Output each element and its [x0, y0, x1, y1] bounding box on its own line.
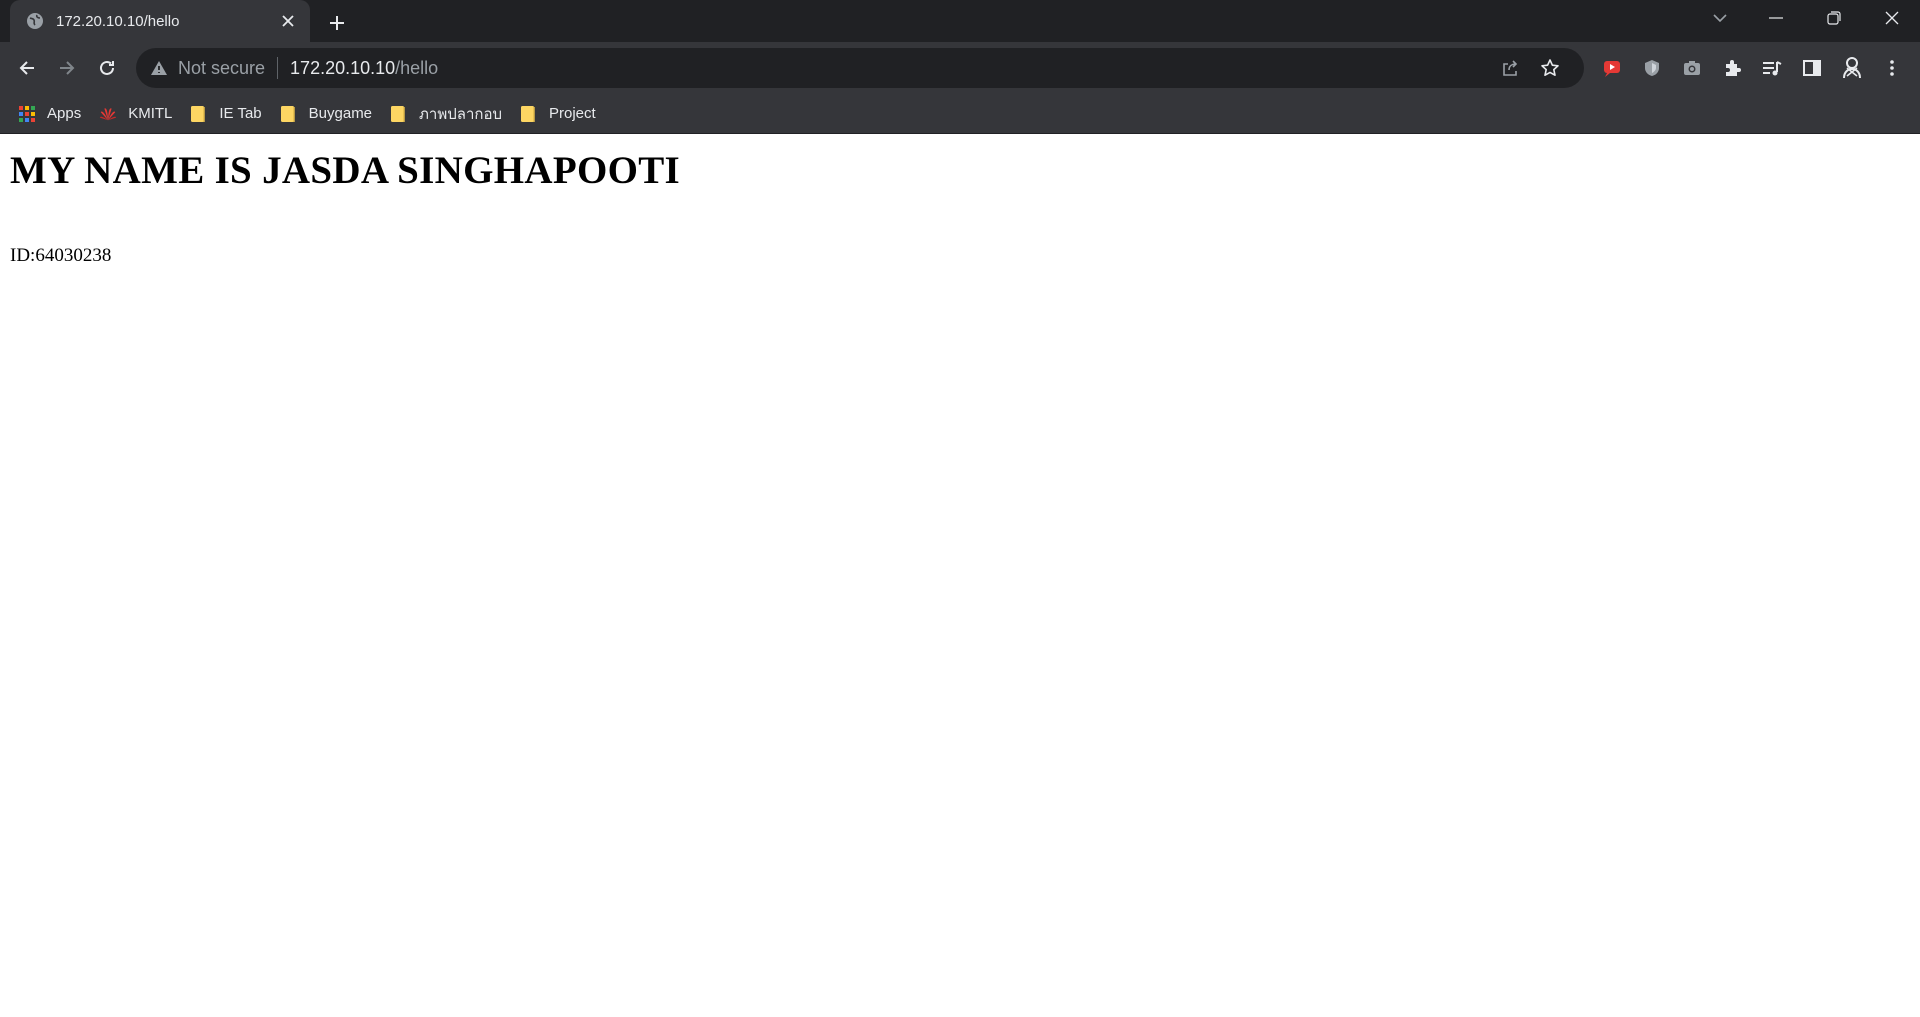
bookmark-star-icon[interactable]: [1530, 48, 1570, 88]
toolbar: Not secure 172.20.10.10/hello: [0, 42, 1920, 94]
bookmark-label: Apps: [47, 105, 82, 122]
apps-grid-icon: [18, 105, 36, 123]
new-tab-button[interactable]: [323, 9, 351, 37]
menu-kebab-icon[interactable]: [1876, 52, 1908, 84]
side-panel-icon[interactable]: [1796, 52, 1828, 84]
bookmark-folder-project[interactable]: Project: [518, 98, 606, 130]
page-heading: MY NAME IS JASDA SINGHAPOOTI: [10, 149, 681, 192]
youtube-extension-icon[interactable]: [1596, 52, 1628, 84]
back-button[interactable]: [11, 52, 43, 84]
divider: [277, 57, 279, 79]
share-icon[interactable]: [1490, 48, 1530, 88]
close-tab-icon[interactable]: [278, 11, 298, 31]
reload-button[interactable]: [91, 52, 123, 84]
page-content: MY NAME IS JASDA SINGHAPOOTI ID:64030238: [0, 148, 1920, 267]
tab-active[interactable]: 172.20.10.10/hello: [10, 0, 310, 42]
url-path: /hello: [395, 57, 439, 78]
address-bar[interactable]: Not secure 172.20.10.10/hello: [136, 48, 1584, 88]
globe-icon: [26, 12, 44, 30]
folder-icon: [280, 105, 298, 123]
bookmark-label: ภาพปลากอบ: [419, 105, 502, 123]
folder-icon: [190, 105, 208, 123]
tab-search-icon[interactable]: [1692, 0, 1748, 36]
restore-icon[interactable]: [1806, 0, 1862, 36]
bookmark-folder-buygame[interactable]: Buygame: [278, 98, 382, 130]
bookmark-label: KMITL: [128, 105, 173, 122]
shield-extension-icon[interactable]: [1636, 52, 1668, 84]
tab-title: 172.20.10.10/hello: [56, 12, 180, 30]
folder-icon: [390, 105, 408, 123]
close-window-icon[interactable]: [1864, 0, 1920, 36]
bookmark-folder-ie-tab[interactable]: IE Tab: [188, 98, 271, 130]
folder-icon: [520, 105, 538, 123]
student-id-text: ID:64030238: [10, 245, 112, 266]
bookmark-kmitl[interactable]: KMITL: [97, 98, 182, 130]
bookmarks-bar: Apps KMITL IE Tab Buygame ภาพปลากอบ Proj…: [0, 94, 1920, 134]
reading-list-icon[interactable]: [1756, 52, 1788, 84]
camera-extension-icon[interactable]: [1676, 52, 1708, 84]
huawei-logo-icon: [99, 105, 117, 123]
profile-avatar-icon[interactable]: [1836, 52, 1868, 84]
bookmark-label: Buygame: [308, 105, 373, 122]
security-label[interactable]: Not secure: [178, 58, 265, 79]
tab-strip: 172.20.10.10/hello: [0, 0, 1920, 42]
browser-chrome: 172.20.10.10/hello Not secure 172.20.10.…: [0, 0, 1920, 134]
bookmark-label: IE Tab: [219, 105, 262, 122]
bookmark-label: Project: [548, 105, 596, 122]
bookmark-apps[interactable]: Apps: [16, 98, 91, 130]
extensions-puzzle-icon[interactable]: [1716, 52, 1748, 84]
bookmark-folder-thai[interactable]: ภาพปลากอบ: [388, 98, 512, 130]
warning-icon[interactable]: [150, 59, 168, 77]
url-host: 172.20.10.10: [290, 57, 396, 78]
minimize-icon[interactable]: [1748, 0, 1804, 36]
forward-button[interactable]: [51, 52, 83, 84]
